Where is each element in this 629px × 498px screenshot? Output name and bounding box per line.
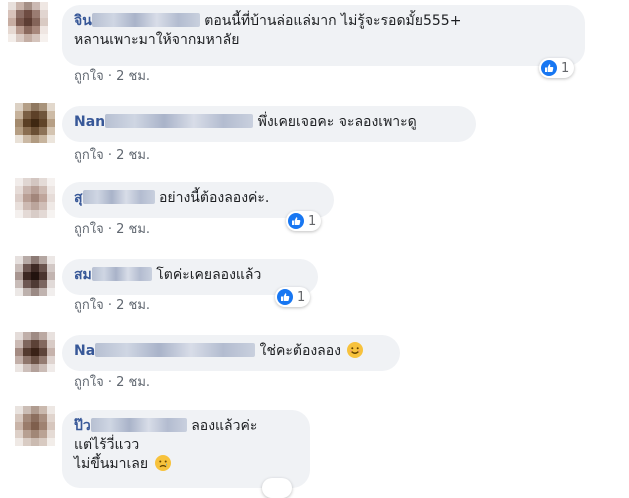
like-button[interactable]: ถูกใจ <box>74 69 104 84</box>
separator-dot: · <box>107 298 117 313</box>
comment-author[interactable]: จิน <box>74 13 200 29</box>
avatar[interactable] <box>15 103 55 143</box>
like-reaction-icon <box>277 289 293 305</box>
comment-text-line3: ไม่ขึ้นมาเลย <box>74 456 149 472</box>
redacted-name <box>91 267 152 281</box>
separator-dot: · <box>107 69 117 84</box>
comment-text-line2: หลานเพาะมาให้จากมหาลัย <box>74 32 240 48</box>
comment-actions: ถูกใจ · 2 ชม. <box>74 69 150 85</box>
comment-actions: ถูกใจ · 2 ชม. <box>74 375 150 391</box>
comment-actions: ถูกใจ · 2 ชม. <box>74 148 150 164</box>
timestamp[interactable]: 2 ชม. <box>116 222 150 237</box>
timestamp[interactable]: 2 ชม. <box>116 69 150 84</box>
avatar[interactable] <box>8 2 48 42</box>
like-button[interactable]: ถูกใจ <box>74 298 104 313</box>
reaction-count: 1 <box>297 289 306 305</box>
avatar[interactable] <box>15 406 55 446</box>
separator-dot: · <box>107 222 117 237</box>
comment-actions: ถูกใจ · 2 ชม. <box>74 298 150 314</box>
comment-text: พึ่งเคยเจอคะ จะลองเพาะดู <box>257 114 417 130</box>
comment-text: โตค่ะเคยลองแล้ว <box>156 267 262 283</box>
reaction-summary[interactable]: 1 <box>539 58 575 78</box>
reaction-count: 1 <box>561 60 570 76</box>
comment-text: อย่างนี้ต้องลองค่ะ. <box>159 190 270 206</box>
avatar[interactable] <box>15 256 55 296</box>
redacted-name <box>95 343 256 357</box>
reaction-summary[interactable]: 1 <box>275 287 311 307</box>
reaction-summary-partial[interactable] <box>262 478 292 498</box>
redacted-name <box>90 418 187 432</box>
comment-text-line2: แต่ไร้วี่แวว <box>74 437 140 453</box>
reaction-count: 1 <box>308 213 317 229</box>
comment-author[interactable]: สม <box>74 267 152 283</box>
sad-face-icon <box>154 455 171 471</box>
comment-bubble: Na ใช่คะต้องลอง <box>62 335 400 371</box>
separator-dot: · <box>107 148 117 163</box>
like-button[interactable]: ถูกใจ <box>74 375 104 390</box>
like-reaction-icon <box>541 60 557 76</box>
redacted-name <box>91 13 200 27</box>
timestamp[interactable]: 2 ชม. <box>116 375 150 390</box>
redacted-name <box>82 190 155 204</box>
avatar[interactable] <box>15 178 55 218</box>
comment-text: ใช่คะต้องลอง <box>259 343 342 359</box>
comment-bubble: ป๊ว ลองแล้วค่ะ แต่ไร้วี่แวว ไม่ขึ้นมาเลย <box>62 410 310 488</box>
like-button[interactable]: ถูกใจ <box>74 222 104 237</box>
comment-author[interactable]: Na <box>74 343 256 359</box>
comment-text: ลองแล้วค่ะ <box>191 418 258 434</box>
smiling-face-icon <box>347 342 364 358</box>
reaction-summary[interactable]: 1 <box>286 211 322 231</box>
comment-bubble: Nan พึ่งเคยเจอคะ จะลองเพาะดู <box>62 106 476 142</box>
comment-bubble: จิน ตอนนี้ที่บ้านล่อแล่มาก ไม่รู้จะรอดมั… <box>62 5 585 66</box>
comment-author[interactable]: Nan <box>74 114 254 130</box>
comment-actions: ถูกใจ · 2 ชม. <box>74 222 150 238</box>
comment-author[interactable]: ป๊ว <box>74 418 187 434</box>
comment-author[interactable]: สุ <box>74 190 155 206</box>
comment-text: ตอนนี้ที่บ้านล่อแล่มาก ไม่รู้จะรอดมั้ย55… <box>204 13 462 29</box>
like-reaction-icon <box>288 213 304 229</box>
redacted-name <box>105 114 254 128</box>
timestamp[interactable]: 2 ชม. <box>116 148 150 163</box>
separator-dot: · <box>107 375 117 390</box>
avatar[interactable] <box>15 332 55 372</box>
like-button[interactable]: ถูกใจ <box>74 148 104 163</box>
timestamp[interactable]: 2 ชม. <box>116 298 150 313</box>
